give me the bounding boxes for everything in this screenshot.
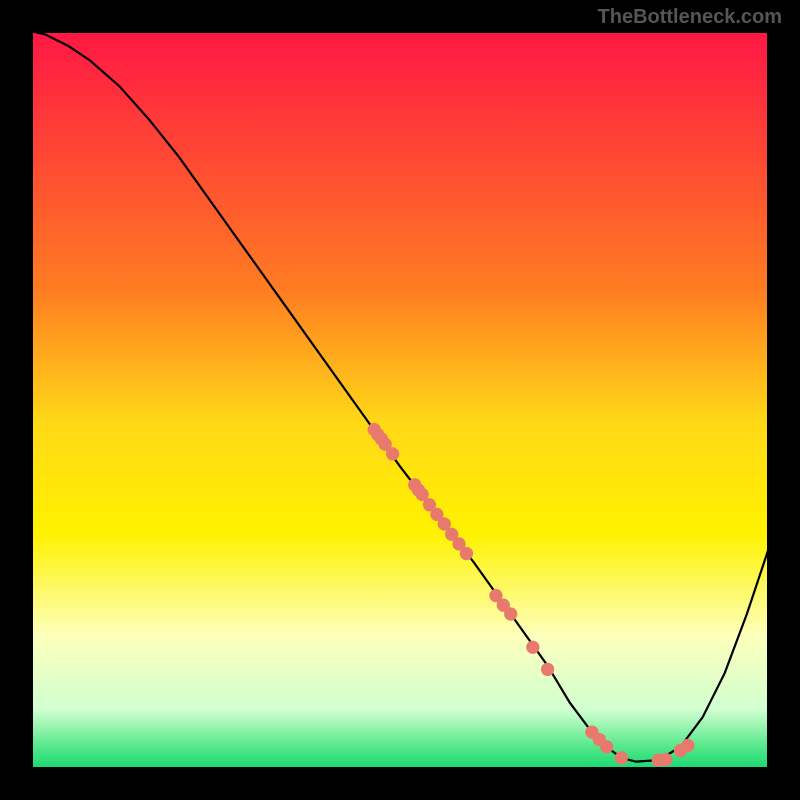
- scatter-point: [681, 739, 694, 752]
- chart-container: TheBottleneck.com: [0, 0, 800, 800]
- gradient-background: [31, 31, 769, 769]
- plot-area: [31, 31, 769, 769]
- watermark-text: TheBottleneck.com: [598, 6, 782, 29]
- chart-svg: [31, 31, 769, 769]
- scatter-point: [460, 547, 473, 560]
- scatter-point: [541, 663, 554, 676]
- scatter-point: [504, 607, 517, 620]
- scatter-point: [386, 447, 399, 460]
- scatter-point: [600, 740, 613, 753]
- scatter-point: [526, 641, 539, 654]
- scatter-point: [615, 751, 628, 764]
- scatter-point: [659, 753, 672, 766]
